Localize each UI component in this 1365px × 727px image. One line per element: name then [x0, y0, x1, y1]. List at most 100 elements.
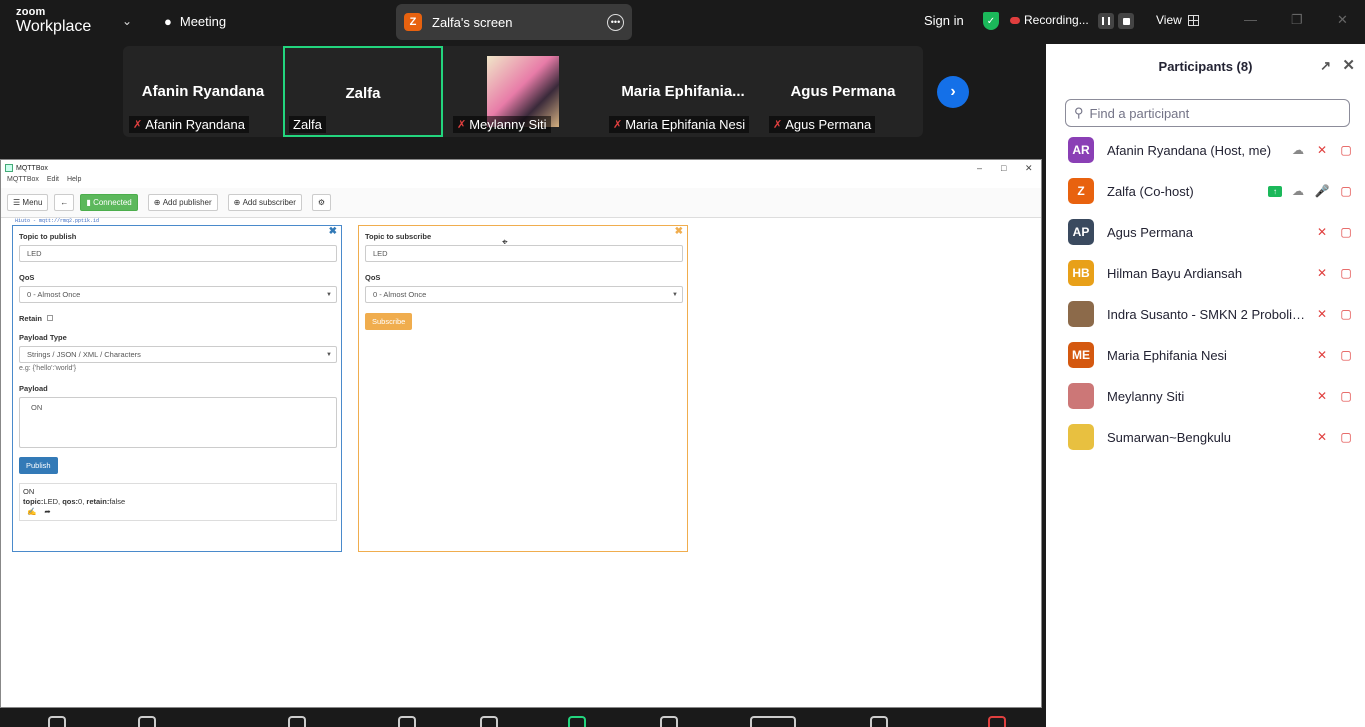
- payload-textarea[interactable]: ON: [19, 397, 337, 448]
- minimize-icon[interactable]: —: [1244, 12, 1257, 27]
- menu-mqttbox[interactable]: MQTTBox: [7, 176, 39, 188]
- video-tile[interactable]: Agus Permana ✗ Agus Permana: [763, 46, 923, 137]
- topic-publish-input[interactable]: LED: [19, 245, 337, 262]
- payload-type-label: Payload Type: [19, 333, 67, 342]
- video-tile[interactable]: ✗ Meylanny Siti: [447, 46, 607, 137]
- apps-icon[interactable]: [750, 716, 796, 727]
- participant-row[interactable]: AP Agus Permana ✕ ▢: [1068, 219, 1358, 245]
- menu-button[interactable]: ☰ Menu: [7, 194, 49, 211]
- recording-indicator[interactable]: Recording...: [1010, 13, 1089, 27]
- add-subscriber-button[interactable]: ⊕ Add subscriber: [227, 194, 302, 211]
- video-off-icon[interactable]: ▢: [1334, 184, 1358, 198]
- qos-select[interactable]: 0 - Almost Once ▼: [365, 286, 683, 303]
- pop-out-icon[interactable]: ↗: [1320, 58, 1331, 74]
- tile-label-text: Agus Permana: [785, 117, 872, 132]
- tile-name: Afanin Ryandana: [141, 83, 265, 100]
- participant-row[interactable]: HB Hilman Bayu Ardiansah ✕ ▢: [1068, 260, 1358, 286]
- menu-edit[interactable]: Edit: [47, 176, 59, 188]
- participant-row[interactable]: Meylanny Siti ✕ ▢: [1068, 383, 1358, 409]
- video-tile[interactable]: Maria Ephifania... ✗ Maria Ephifania Nesi: [603, 46, 763, 137]
- minimize-icon[interactable]: –: [977, 163, 982, 173]
- qos-value: 0 - Almost Once: [373, 290, 427, 299]
- payload-type-select[interactable]: Strings / JSON / XML / Characters ▼: [19, 346, 337, 363]
- tile-name: Zalfa: [345, 85, 381, 102]
- meeting-button[interactable]: ● Meeting: [164, 14, 226, 29]
- avatar: AR: [1068, 137, 1094, 163]
- participant-row[interactable]: AR Afanin Ryandana (Host, me) ☁ ✕ ▢: [1068, 137, 1358, 163]
- publish-button[interactable]: Publish: [19, 457, 58, 474]
- mic-muted-icon[interactable]: ✕: [1310, 307, 1334, 321]
- sign-in-link[interactable]: Sign in: [924, 13, 964, 28]
- search-placeholder: Find a participant: [1089, 105, 1190, 121]
- video-off-icon[interactable]: ▢: [1334, 389, 1358, 403]
- tile-label: Zalfa: [289, 116, 326, 133]
- video-off-icon[interactable]: ▢: [1334, 266, 1358, 280]
- chat-icon[interactable]: [398, 716, 416, 727]
- topic-subscribe-input[interactable]: LED: [365, 245, 683, 262]
- cloud-recording-icon: ☁: [1292, 143, 1304, 157]
- more-options-icon[interactable]: •••: [607, 13, 624, 31]
- copy-icon[interactable]: ✍: [27, 507, 36, 516]
- participant-name: Meylanny Siti: [1107, 388, 1185, 404]
- record-icon[interactable]: [660, 716, 678, 727]
- qos-select[interactable]: 0 - Almost Once ▼: [19, 286, 337, 303]
- more-icon[interactable]: [870, 716, 888, 727]
- chevron-right-icon: ›: [950, 83, 956, 100]
- menu-help[interactable]: Help: [67, 176, 81, 188]
- chevron-down-icon[interactable]: ⌄: [122, 14, 132, 28]
- restore-icon[interactable]: ❐: [1291, 12, 1303, 28]
- close-window-icon[interactable]: ✕: [1337, 12, 1348, 28]
- mic-on-icon[interactable]: 🎤: [1310, 184, 1334, 198]
- mic-muted-icon[interactable]: ✕: [1310, 225, 1334, 239]
- avatar: [1068, 301, 1094, 327]
- mic-muted-icon[interactable]: ✕: [1310, 430, 1334, 444]
- participant-row[interactable]: Sumarwan~Bengkulu ✕ ▢: [1068, 424, 1358, 450]
- participant-name: Agus Permana: [1107, 224, 1193, 240]
- participant-search[interactable]: ⚲ Find a participant: [1065, 99, 1350, 127]
- close-panel-icon[interactable]: ✕: [1342, 56, 1355, 74]
- close-window-icon[interactable]: ✕: [1025, 163, 1033, 174]
- view-label: View: [1156, 13, 1182, 27]
- mic-muted-icon[interactable]: ✕: [1310, 266, 1334, 280]
- mic-muted-icon[interactable]: ✕: [1310, 389, 1334, 403]
- participant-row[interactable]: ME Maria Ephifania Nesi ✕ ▢: [1068, 342, 1358, 368]
- react-icon[interactable]: [480, 716, 498, 727]
- gear-icon: ⚙: [317, 198, 326, 207]
- video-tile[interactable]: Afanin Ryandana ✗ Afanin Ryandana: [123, 46, 283, 137]
- mqttbox-titlebar: MQTTBox: [1, 160, 1041, 176]
- next-page-button[interactable]: ›: [937, 76, 969, 108]
- signal-icon: ▮: [86, 198, 91, 207]
- video-off-icon[interactable]: ▢: [1334, 307, 1358, 321]
- payload-type-group: Payload Type Strings / JSON / XML / Char…: [19, 333, 337, 372]
- app-menubar: MQTTBox Edit Help: [1, 176, 1041, 188]
- video-off-icon[interactable]: ▢: [1334, 430, 1358, 444]
- participant-name: Afanin Ryandana (Host, me): [1107, 142, 1272, 158]
- settings-button[interactable]: ⚙: [311, 194, 332, 211]
- mic-muted-icon[interactable]: ✕: [1310, 348, 1334, 362]
- leave-icon[interactable]: [988, 716, 1006, 727]
- mic-muted-icon[interactable]: ✕: [1310, 143, 1334, 157]
- stop-recording-button[interactable]: [1118, 13, 1134, 29]
- participants-icon[interactable]: [288, 716, 306, 727]
- video-off-icon[interactable]: ▢: [1334, 225, 1358, 239]
- pause-recording-button[interactable]: [1098, 13, 1114, 29]
- payload-group: Payload ON: [19, 384, 337, 448]
- video-off-icon[interactable]: ▢: [1334, 143, 1358, 157]
- screen-share-pill[interactable]: Z Zalfa's screen •••: [396, 4, 632, 40]
- republish-icon[interactable]: ➦: [44, 507, 50, 516]
- video-off-icon[interactable]: ▢: [1334, 348, 1358, 362]
- back-button[interactable]: ←: [54, 194, 75, 211]
- connected-button[interactable]: ▮ Connected: [80, 194, 138, 211]
- add-publisher-button[interactable]: ⊕ Add publisher: [147, 194, 218, 211]
- retain-checkbox[interactable]: [47, 315, 54, 321]
- video-icon[interactable]: [138, 716, 156, 727]
- shield-check-icon[interactable]: ✓: [983, 12, 999, 30]
- participant-row[interactable]: Indra Susanto - SMKN 2 Probolinggo ✕ ▢: [1068, 301, 1358, 327]
- video-tile-active[interactable]: Zalfa Zalfa: [283, 46, 443, 137]
- audio-icon[interactable]: [48, 716, 66, 727]
- subscribe-button[interactable]: Subscribe: [365, 313, 413, 330]
- view-button[interactable]: View: [1156, 13, 1199, 27]
- participant-row[interactable]: Z Zalfa (Co-host) ↑ ☁ 🎤 ▢: [1068, 178, 1358, 204]
- share-icon[interactable]: [568, 716, 586, 727]
- maximize-icon[interactable]: □: [1001, 163, 1006, 173]
